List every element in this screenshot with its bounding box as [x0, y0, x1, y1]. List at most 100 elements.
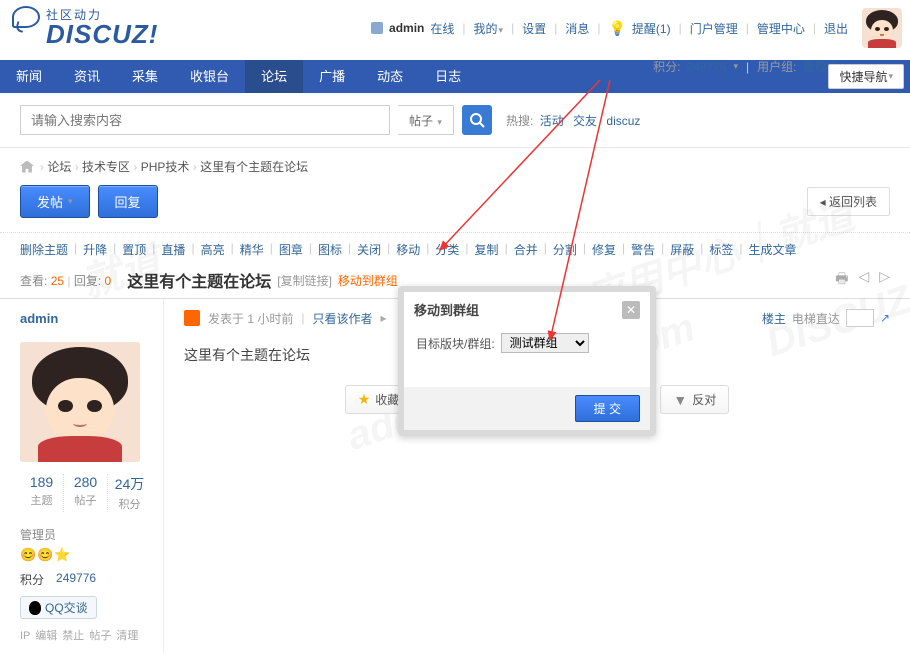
dialog-title: 移动到群组 — [414, 300, 479, 319]
chevron-down-icon: ▾ — [68, 196, 73, 207]
hot-link[interactable]: 活动 — [540, 114, 564, 128]
my-link[interactable]: 我的▾ — [474, 20, 504, 37]
home-icon[interactable] — [20, 161, 34, 173]
mod-action[interactable]: 分割 — [553, 241, 577, 258]
nav-item-2[interactable]: 采集 — [116, 60, 174, 93]
mod-action[interactable]: 移动 — [396, 241, 420, 258]
mod-action[interactable]: 分类 — [435, 241, 459, 258]
nav-item-1[interactable]: 资讯 — [58, 60, 116, 93]
messages-link[interactable]: 消息 — [565, 20, 589, 37]
logo[interactable]: 社区动力 DISCUZ! — [12, 2, 158, 50]
mod-action[interactable]: 删除主题 — [20, 241, 68, 258]
current-user[interactable]: admin — [389, 21, 424, 35]
user-stat[interactable]: 280帖子 — [63, 474, 107, 512]
close-icon: ✕ — [626, 303, 636, 317]
hot-link[interactable]: discuz — [606, 114, 640, 128]
mod-action[interactable]: 关闭 — [357, 241, 381, 258]
back-to-list-button[interactable]: ◂ 返回列表 — [807, 187, 890, 216]
mod-action[interactable]: 复制 — [475, 241, 499, 258]
new-post-button[interactable]: 发帖 ▾ — [20, 185, 90, 218]
floor-link[interactable]: 楼主 — [762, 310, 786, 327]
mod-action[interactable]: 生成文章 — [749, 241, 797, 258]
mod-action[interactable]: 警告 — [631, 241, 655, 258]
nav-item-7[interactable]: 日志 — [419, 60, 477, 93]
mod-action[interactable]: 合并 — [514, 241, 538, 258]
replies-count: 0 — [105, 274, 112, 288]
post-time: 发表于 1 小时前 — [208, 310, 293, 327]
mod-action[interactable]: 修复 — [592, 241, 616, 258]
against-button[interactable]: ▼反对 — [660, 385, 729, 414]
rank-icons: 😊😊⭐ — [20, 547, 151, 563]
prev-icon[interactable]: ◁ — [858, 268, 869, 292]
search-input[interactable] — [20, 105, 390, 135]
main-nav: 新闻资讯采集收银台论坛广播动态日志 快捷导航 ▾ — [0, 60, 910, 93]
crumb-item[interactable]: 技术专区 — [82, 160, 130, 174]
views-label: 查看: — [20, 274, 47, 288]
mod-action[interactable]: 升降 — [83, 241, 107, 258]
dialog-field-label: 目标版块/群组: — [416, 335, 495, 352]
mod-action[interactable]: 高亮 — [201, 241, 225, 258]
nav-item-0[interactable]: 新闻 — [0, 60, 58, 93]
mod-action[interactable]: 图标 — [318, 241, 342, 258]
mod-action[interactable]: 图章 — [279, 241, 303, 258]
author-group: 管理员 — [20, 526, 151, 543]
next-icon[interactable]: ▷ — [879, 268, 890, 292]
thread-title: 这里有个主题在论坛 — [127, 268, 271, 292]
move-to-group-link[interactable]: 移动到群组 — [338, 272, 398, 289]
mod-action[interactable]: 置顶 — [122, 241, 146, 258]
mod-action[interactable]: 直播 — [161, 241, 185, 258]
avatar-small[interactable] — [862, 8, 902, 48]
elevator-go-icon[interactable]: ↗ — [880, 311, 890, 325]
search-icon — [469, 112, 485, 128]
mod-action[interactable]: 屏蔽 — [670, 241, 694, 258]
views-count: 25 — [51, 274, 64, 288]
elevator-input[interactable] — [846, 309, 874, 327]
online-status[interactable]: 在线 — [430, 20, 454, 37]
nav-item-5[interactable]: 广播 — [303, 60, 361, 93]
copy-link[interactable]: [复制链接] — [277, 272, 332, 289]
crumb-item[interactable]: 论坛 — [47, 160, 71, 174]
dialog-close-button[interactable]: ✕ — [622, 301, 640, 319]
mod-toolbar: 删除主题|升降|置顶|直播|高亮|精华|图章|图标|关闭|移动|分类|复制|合并… — [0, 232, 910, 264]
floor-badge-icon — [184, 310, 200, 326]
logout-link[interactable]: 退出 — [824, 20, 848, 37]
replies-label: 回复: — [74, 274, 101, 288]
alerts-link[interactable]: 提醒(1) — [632, 20, 671, 37]
play-icon[interactable]: ▸ — [380, 311, 386, 325]
nav-item-3[interactable]: 收银台 — [174, 60, 245, 93]
dialog-submit-button[interactable]: 提 交 — [575, 395, 640, 422]
settings-link[interactable]: 设置 — [522, 20, 546, 37]
only-author-link[interactable]: 只看该作者 — [312, 310, 372, 327]
qq-chat-button[interactable]: QQ交谈 — [20, 596, 97, 619]
quicknav-button[interactable]: 快捷导航 ▾ — [828, 64, 904, 89]
logo-text: DISCUZ! — [46, 19, 158, 50]
mod-ip-line[interactable]: IP 编辑 禁止 帖子 清理 — [20, 627, 151, 643]
target-group-select[interactable]: 测试群组 — [501, 333, 589, 353]
credit-label: 积分 — [20, 571, 44, 588]
hot-label: 热搜: — [506, 114, 533, 128]
user-stat[interactable]: 189主题 — [20, 474, 63, 512]
reply-button[interactable]: 回复 — [98, 185, 158, 218]
search-button[interactable] — [462, 105, 492, 135]
crumb-item[interactable]: 这里有个主题在论坛 — [200, 160, 308, 174]
elevator-label: 电梯直达 — [792, 310, 840, 327]
move-dialog: 移动到群组 ✕ 目标版块/群组: 测试群组 提 交 — [398, 286, 656, 436]
post-author[interactable]: admin — [20, 311, 58, 326]
credit-value[interactable]: 249776 — [56, 571, 96, 588]
avatar-large[interactable] — [20, 342, 140, 462]
mod-action[interactable]: 精华 — [240, 241, 264, 258]
lamp-icon: 💡 — [608, 20, 625, 37]
crumb-item[interactable]: PHP技术 — [141, 160, 190, 174]
search-scope-select[interactable]: 帖子 ▾ — [398, 105, 454, 135]
portal-link[interactable]: 门户管理 — [690, 20, 738, 37]
nav-item-6[interactable]: 动态 — [361, 60, 419, 93]
arrow-down-icon: ▼ — [673, 392, 687, 408]
mod-action[interactable]: 标签 — [709, 241, 733, 258]
hot-link[interactable]: 交友 — [573, 114, 597, 128]
admincp-link[interactable]: 管理中心 — [757, 20, 805, 37]
nav-item-4[interactable]: 论坛 — [245, 60, 303, 93]
qq-icon — [29, 601, 41, 615]
star-icon: ★ — [358, 391, 371, 408]
print-icon[interactable]: 🖶 — [835, 268, 848, 292]
user-stat[interactable]: 24万积分 — [107, 474, 151, 512]
